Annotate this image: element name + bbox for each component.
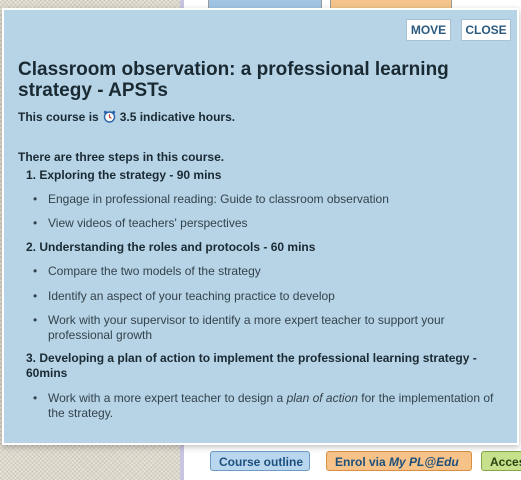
step-1-item-2-text: View videos of teachers' perspectives [48, 216, 248, 230]
bullet-icon: • [33, 289, 38, 303]
hours-prefix: This course is [18, 110, 99, 124]
step-2-title-text: Understanding the roles and protocols - … [39, 240, 316, 254]
course-info-modal: MOVE CLOSE Classroom observation: a prof… [2, 8, 519, 445]
course-hours: This course is 3.5 indicative hours. [18, 110, 235, 124]
step-3-title-text: Developing a plan of action to implement… [26, 351, 477, 380]
step-2-item-3: • Work with your supervisor to identify … [33, 313, 503, 343]
step-1-item-1-text: Engage in professional reading: Guide to… [48, 192, 389, 206]
step-1-title-text: Exploring the strategy - 90 mins [39, 168, 222, 182]
modal-title: Classroom observation: a professional le… [18, 59, 449, 101]
bullet-icon: • [33, 216, 38, 230]
alarm-clock-icon [103, 110, 116, 123]
step-1-item-1: • Engage in professional reading: Guide … [33, 192, 503, 207]
step-2-number: 2. [26, 240, 37, 254]
step-2-item-3-text: Work with your supervisor to identify a … [48, 313, 445, 342]
step-2-item-2-text: Identify an aspect of your teaching prac… [48, 289, 335, 303]
close-button[interactable]: CLOSE [461, 19, 511, 41]
bullet-icon: • [33, 391, 38, 405]
enrol-button[interactable]: Enrol via My PL@Edu [326, 451, 472, 471]
step-2-item-1-text: Compare the two models of the strategy [48, 264, 261, 278]
access-label: Acces [490, 455, 521, 469]
enrol-label-prefix: Enrol via [335, 455, 390, 469]
step-1-item-2: • View videos of teachers' perspectives [33, 216, 503, 231]
course-outline-button[interactable]: Course outline [210, 451, 310, 471]
course-outline-label: Course outline [219, 455, 304, 469]
step-3-item-1-italic: plan of action [286, 391, 358, 405]
enrol-label-italic: My PL@Edu [389, 455, 459, 469]
step-3-number: 3. [26, 351, 37, 365]
step-1-title: 1. Exploring the strategy - 90 mins [26, 168, 496, 183]
step-2-item-2: • Identify an aspect of your teaching pr… [33, 289, 503, 304]
step-2-item-1: • Compare the two models of the strategy [33, 264, 503, 279]
step-2-title: 2. Understanding the roles and protocols… [26, 240, 496, 255]
step-3-item-1: • Work with a more expert teacher to des… [33, 391, 503, 421]
steps-intro: There are three steps in this course. [18, 150, 225, 164]
bullet-icon: • [33, 313, 38, 327]
access-button[interactable]: Acces [481, 451, 521, 471]
bullet-icon: • [33, 264, 38, 278]
step-3-item-1-before: Work with a more expert teacher to desig… [48, 391, 287, 405]
step-1-number: 1. [26, 168, 37, 182]
move-button[interactable]: MOVE [406, 19, 451, 41]
bullet-icon: • [33, 192, 38, 206]
step-3-title: 3. Developing a plan of action to implem… [26, 351, 496, 381]
hours-value: 3.5 indicative hours. [119, 110, 236, 124]
